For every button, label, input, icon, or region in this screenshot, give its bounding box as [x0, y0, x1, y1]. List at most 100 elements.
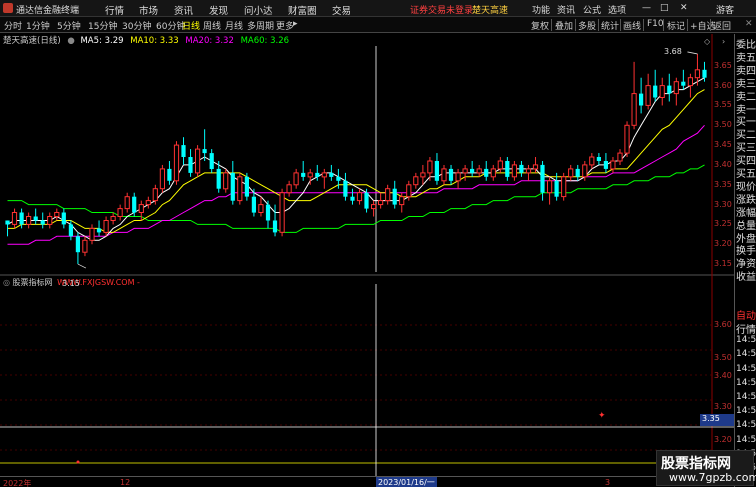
candle-body	[490, 168, 496, 178]
menu-trade[interactable]: 交易	[332, 3, 351, 17]
candle-body	[251, 196, 256, 213]
back-button[interactable]: 返回	[713, 19, 731, 32]
minimize-button[interactable]: —	[642, 3, 651, 13]
auto-toggle[interactable]: 自动	[736, 307, 756, 322]
candle	[26, 212, 32, 229]
mark-button[interactable]: 标记	[667, 19, 685, 32]
scroll-right-icon[interactable]: ›	[722, 37, 725, 46]
candle-body	[603, 161, 608, 169]
candlestick-chart[interactable]: ✦	[0, 34, 734, 476]
candle-body	[667, 85, 672, 94]
candle	[82, 236, 88, 257]
candle	[202, 129, 207, 161]
candle	[272, 204, 278, 237]
candle-body	[653, 85, 658, 98]
candle-body	[681, 81, 686, 86]
more-arrow-icon[interactable]: ▸	[293, 19, 298, 29]
candle	[385, 184, 391, 205]
guest-label[interactable]: 游客	[716, 3, 734, 16]
tab-30min[interactable]: 30分钟	[122, 19, 151, 32]
candle-body	[350, 196, 355, 201]
tick-time: 14:56	[736, 377, 756, 388]
candle-body	[307, 172, 313, 178]
candle	[124, 192, 130, 213]
tab-weekly[interactable]: 周线	[203, 19, 221, 32]
overlay-button[interactable]: 叠加	[555, 19, 573, 32]
maximize-button[interactable]: □	[660, 3, 669, 13]
candle-body	[82, 239, 88, 253]
candle-body	[110, 216, 116, 221]
menu-info[interactable]: 资讯	[557, 3, 575, 16]
tab-intraday[interactable]: 分时	[4, 19, 22, 32]
candle	[54, 208, 60, 221]
candle-body	[392, 188, 397, 205]
tick-time: 14:56	[736, 363, 756, 374]
candle-body	[230, 172, 235, 201]
candle	[286, 180, 292, 197]
menu-wealth-circle[interactable]: 财富圈	[288, 3, 317, 17]
tab-multi-period[interactable]: 多周期	[247, 19, 274, 32]
adjust-button[interactable]: 复权	[531, 19, 549, 32]
candle	[343, 172, 348, 201]
candle-body	[484, 168, 489, 177]
candle-body	[441, 168, 447, 182]
scroll-diamond-icon[interactable]: ◇	[704, 37, 710, 46]
candle-body	[132, 196, 137, 213]
quote-row-label[interactable]: 收益	[736, 268, 756, 283]
candle	[237, 172, 243, 205]
menu-wenxiaoda[interactable]: 问小达	[244, 3, 273, 17]
tab-monthly[interactable]: 月线	[225, 19, 243, 32]
menu-function[interactable]: 功能	[532, 3, 550, 16]
candle-body	[511, 164, 517, 178]
tab-more[interactable]: 更多	[276, 19, 294, 32]
multi-stock-button[interactable]: 多股	[578, 19, 596, 32]
candle-body	[371, 204, 377, 210]
candle-body	[631, 93, 637, 126]
candle-body	[117, 208, 123, 218]
menu-discover[interactable]: 发现	[209, 3, 228, 17]
candle	[610, 157, 616, 173]
f10-button[interactable]: F10	[647, 19, 664, 29]
close-chart-icon[interactable]: ✕	[745, 19, 753, 29]
candle	[244, 172, 249, 201]
candle-body	[470, 168, 475, 173]
candle-body	[54, 212, 60, 217]
menu-quotes[interactable]: 行情	[105, 3, 124, 17]
candle	[484, 160, 489, 181]
trade-login-warning[interactable]: 证券交易未登录	[410, 3, 473, 16]
candle-body	[589, 156, 595, 166]
add-watchlist-button[interactable]: +自选	[690, 19, 716, 32]
title-bar: 通达信金融终端 行情 市场 资讯 发现 问小达 财富圈 交易 证券交易未登录 楚…	[0, 0, 756, 17]
candle	[279, 188, 285, 237]
toolbar-divider	[598, 19, 599, 31]
menu-news[interactable]: 资讯	[174, 3, 193, 17]
candle	[173, 141, 180, 185]
candle-body	[321, 172, 327, 178]
toolbar-divider	[620, 19, 621, 31]
tab-1min[interactable]: 1分钟	[26, 19, 50, 32]
candle-body	[26, 216, 32, 225]
candle	[61, 208, 66, 229]
candle-body	[202, 149, 207, 154]
close-window-button[interactable]: ✕	[680, 3, 688, 13]
candle-body	[596, 157, 601, 161]
sub-price-tick: 3.60	[714, 320, 732, 329]
menu-options[interactable]: 选项	[608, 3, 626, 16]
tab-daily[interactable]: 日线	[182, 19, 200, 32]
tick-time: 14:56	[736, 420, 756, 431]
statistics-button[interactable]: 统计	[601, 19, 619, 32]
tab-5min[interactable]: 5分钟	[57, 19, 81, 32]
candle	[223, 168, 229, 193]
candle	[265, 200, 271, 229]
candle	[371, 200, 377, 217]
sub-price-tick: 3.20	[714, 435, 732, 444]
price-tick: 3.55	[714, 100, 732, 110]
candle-body	[315, 172, 320, 177]
tab-15min[interactable]: 15分钟	[88, 19, 117, 32]
menu-market[interactable]: 市场	[139, 3, 158, 17]
menu-formula[interactable]: 公式	[583, 3, 601, 16]
candle	[497, 157, 503, 173]
sub-panel-icon[interactable]: ◎	[3, 278, 10, 287]
draw-line-button[interactable]: 画线	[623, 19, 641, 32]
sub-price-tick: 3.50	[714, 353, 732, 362]
